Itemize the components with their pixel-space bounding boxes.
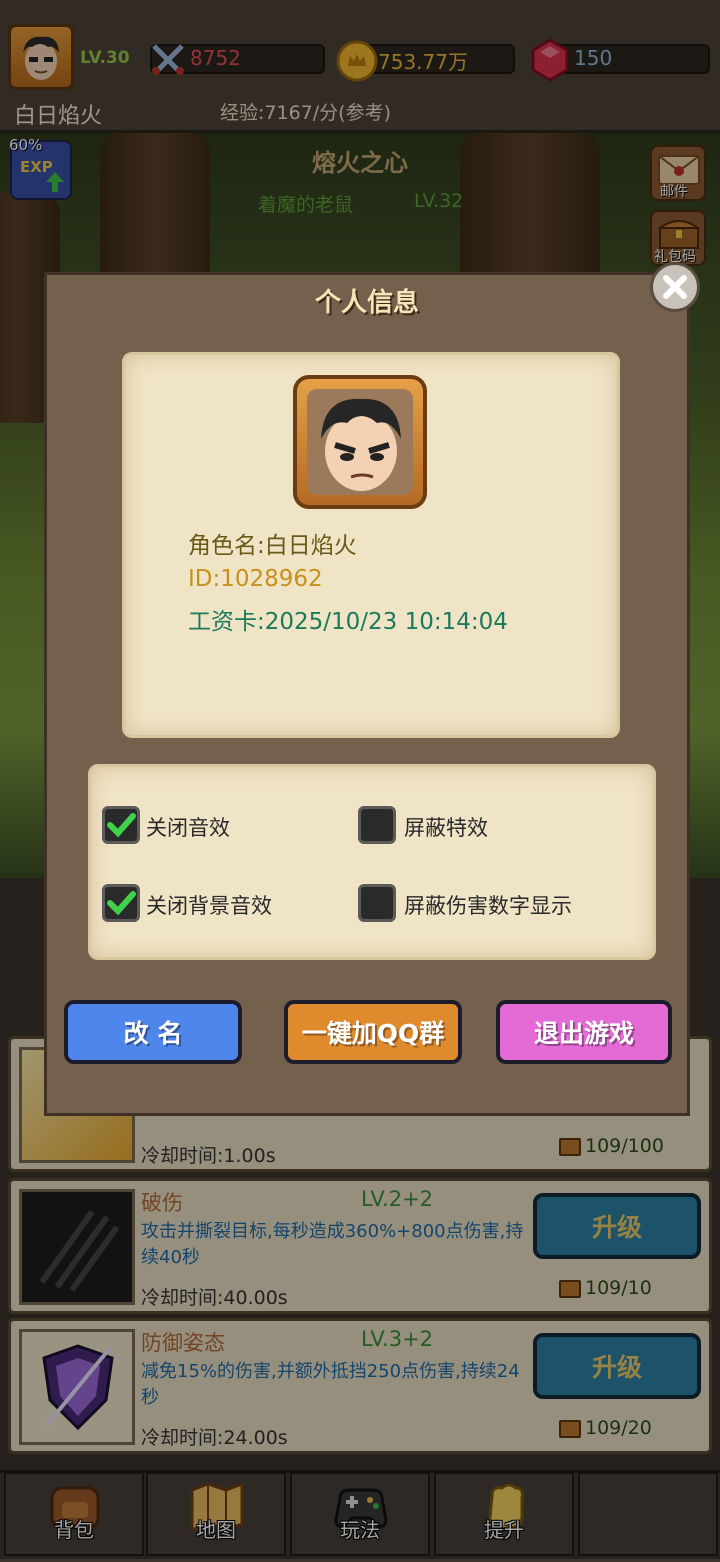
hide-damage-numbers-label: 屏蔽伤害数字显示	[404, 894, 572, 918]
mute-sfx-label: 关闭音效	[146, 816, 230, 840]
close-icon	[663, 275, 687, 299]
checkmark-icon	[107, 813, 136, 838]
dialog-title: 个人信息	[314, 288, 419, 318]
close-button[interactable]	[650, 262, 700, 312]
settings-card	[88, 764, 656, 960]
mute-bgm-label: 关闭背景音效	[146, 894, 272, 918]
role-name: 角色名:白日焰火	[188, 533, 357, 559]
hide-effects-checkbox[interactable]	[358, 806, 396, 844]
player-id: ID:1028962	[188, 566, 323, 592]
profile-portrait	[293, 375, 427, 509]
mute-bgm-checkbox[interactable]	[102, 884, 140, 922]
hide-effects-label: 屏蔽特效	[404, 816, 488, 840]
salary-card: 工资卡:2025/10/23 10:14:04	[188, 609, 508, 635]
portrait-face-icon	[321, 398, 401, 491]
checkmark-icon	[107, 891, 136, 916]
mute-sfx-checkbox[interactable]	[102, 806, 140, 844]
exit-game-button[interactable]: 退出游戏	[496, 1000, 672, 1064]
hide-damage-numbers-checkbox[interactable]	[358, 884, 396, 922]
join-qq-group-button[interactable]: 一键加QQ群	[284, 1000, 462, 1064]
rename-button[interactable]: 改 名	[64, 1000, 242, 1064]
